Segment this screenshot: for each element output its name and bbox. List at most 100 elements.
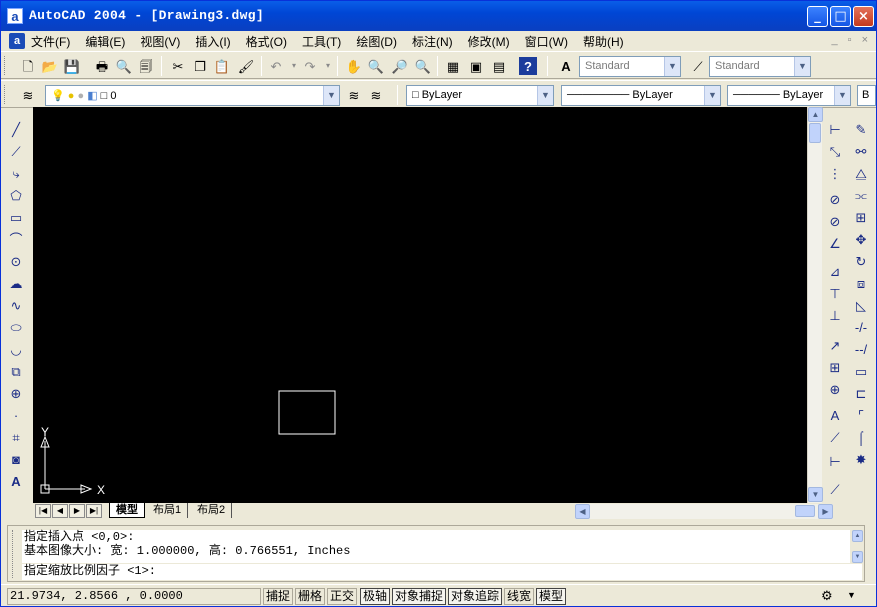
vertical-scrollbar[interactable]: ▲ ▼ xyxy=(807,107,823,503)
make-block-icon[interactable]: ⊕ xyxy=(5,383,27,403)
autocad-app-icon[interactable]: a xyxy=(7,8,23,24)
tolerance-icon[interactable]: ⊞ xyxy=(824,357,846,377)
menu-help[interactable]: 帮助(H) xyxy=(583,33,624,50)
multiline-text-icon[interactable]: A xyxy=(5,471,27,491)
chevron-down-icon[interactable]: ▼ xyxy=(323,86,339,105)
new-icon[interactable]: 🗋 xyxy=(19,57,37,75)
offset-icon[interactable]: ⫗ xyxy=(850,185,872,205)
region-icon[interactable]: ◙ xyxy=(5,449,27,469)
radius-dimension-icon[interactable]: ⊘ xyxy=(824,189,846,209)
menu-draw[interactable]: 绘图(D) xyxy=(356,33,397,50)
minimize-button[interactable]: _ xyxy=(807,6,828,27)
command-scrollbar[interactable]: ▲ ▼ xyxy=(852,530,863,563)
paste-icon[interactable]: 📋 xyxy=(213,57,231,75)
scroll-thumb[interactable] xyxy=(809,123,821,143)
text-style-select[interactable]: Standard ▼ xyxy=(579,56,681,77)
menu-view[interactable]: 视图(V) xyxy=(140,33,180,50)
explode-icon[interactable]: ✸ xyxy=(850,449,872,469)
chevron-down-icon[interactable]: ▼ xyxy=(834,86,850,105)
circle-icon[interactable]: ⊙ xyxy=(5,251,27,271)
scale-icon[interactable]: ⧈ xyxy=(850,273,872,293)
drawing-canvas[interactable]: Y X xyxy=(33,107,807,503)
status-menu-chevron-down-icon[interactable]: ▼ xyxy=(847,590,856,600)
lineweight-toggle[interactable]: 线宽 xyxy=(504,588,535,605)
menu-dimension[interactable]: 标注(N) xyxy=(412,33,453,50)
break-icon[interactable]: ▭ xyxy=(850,361,872,381)
join-icon[interactable]: ⊏ xyxy=(850,383,872,403)
stretch-icon[interactable]: ◺ xyxy=(850,295,872,315)
print-icon[interactable]: 🖶 xyxy=(93,57,111,75)
zoom-realtime-icon[interactable]: 🔍 xyxy=(367,57,385,75)
scroll-up-icon[interactable]: ▲ xyxy=(808,107,823,122)
copy-icon[interactable]: ❐ xyxy=(191,57,209,75)
menu-window[interactable]: 窗口(W) xyxy=(525,33,568,50)
dimension-text-edit-icon[interactable]: ⟋ xyxy=(824,427,846,447)
chevron-down-icon[interactable]: ▼ xyxy=(537,86,553,105)
revision-cloud-icon[interactable]: ☁ xyxy=(5,273,27,293)
open-icon[interactable]: 📂 xyxy=(41,57,59,75)
angular-dimension-icon[interactable]: ∠ xyxy=(824,233,846,253)
ortho-toggle[interactable]: 正交 xyxy=(327,588,358,605)
point-icon[interactable]: · xyxy=(5,405,27,425)
osnap-toggle[interactable]: 对象捕捉 xyxy=(392,588,447,605)
ordinate-dimension-icon[interactable]: ⋮ xyxy=(824,163,846,183)
zoom-window-icon[interactable]: 🔎 xyxy=(391,57,409,75)
copy-object-icon[interactable]: ⚯ xyxy=(850,141,872,161)
ellipse-arc-icon[interactable]: ◡ xyxy=(5,339,27,359)
communication-center-icon[interactable]: ⚙ xyxy=(821,588,833,604)
trim-icon[interactable]: -/- xyxy=(850,317,872,337)
polygon-icon[interactable]: ⬠ xyxy=(5,185,27,205)
toolpalettes-icon[interactable]: ▤ xyxy=(490,57,508,75)
mirror-icon[interactable]: ⧋ xyxy=(850,163,872,183)
command-prompt-input[interactable]: 指定缩放比例因子 <1>: xyxy=(22,564,862,580)
polyline-icon[interactable]: ⤷ xyxy=(5,163,27,183)
polar-toggle[interactable]: 极轴 xyxy=(360,588,391,605)
extend-icon[interactable]: --/ xyxy=(850,339,872,359)
text-style-icon[interactable]: A xyxy=(557,57,575,75)
command-window-grip[interactable] xyxy=(12,530,15,578)
linetype-select[interactable]: ──────── ByLayer ▼ xyxy=(561,85,721,106)
dim-style-icon[interactable]: ⟋ xyxy=(689,57,707,75)
designcenter-icon[interactable]: ▣ xyxy=(467,57,485,75)
dim-style-select[interactable]: Standard ▼ xyxy=(709,56,811,77)
chevron-down-icon[interactable]: ▼ xyxy=(664,57,680,76)
baseline-dimension-icon[interactable]: ⊤ xyxy=(824,283,846,303)
redo-dropdown-icon[interactable]: ▾ xyxy=(319,57,337,75)
tab-layout2[interactable]: 布局2 xyxy=(191,503,233,518)
doc-close-button[interactable]: × xyxy=(862,34,868,46)
snap-toggle[interactable]: 捕捉 xyxy=(263,588,294,605)
rectangle-icon[interactable]: ▭ xyxy=(5,207,27,227)
doc-minimize-button[interactable]: _ xyxy=(832,34,838,46)
fillet-icon[interactable]: ⌠ xyxy=(850,427,872,447)
publish-icon[interactable]: 🗐 xyxy=(137,57,155,75)
plot-style-select[interactable]: B xyxy=(857,85,876,106)
layer-manager-icon[interactable]: ≋ xyxy=(19,86,37,104)
tab-layout1[interactable]: 布局1 xyxy=(147,503,189,518)
make-layer-current-icon[interactable]: ≋ xyxy=(345,86,363,104)
scroll-down-icon[interactable]: ▼ xyxy=(808,487,823,502)
chevron-down-icon[interactable]: ▼ xyxy=(704,86,720,105)
aligned-dimension-icon[interactable]: ⤡ xyxy=(824,141,846,161)
scroll-left-icon[interactable]: ◀ xyxy=(575,504,590,519)
scroll-up-icon[interactable]: ▲ xyxy=(852,530,863,542)
erase-icon[interactable]: ✎ xyxy=(850,119,872,139)
move-icon[interactable]: ✥ xyxy=(850,229,872,249)
toolbar-grip[interactable] xyxy=(4,56,7,75)
next-tab-icon[interactable]: ▶ xyxy=(69,504,85,518)
rotate-icon[interactable]: ↻ xyxy=(850,251,872,271)
array-icon[interactable]: ⊞ xyxy=(850,207,872,227)
title-bar[interactable]: a AutoCAD 2004 - [Drawing3.dwg] _ □ × xyxy=(1,1,876,31)
layer-previous-icon[interactable]: ≋ xyxy=(367,86,385,104)
menu-insert[interactable]: 插入(I) xyxy=(195,33,230,50)
save-icon[interactable]: 💾 xyxy=(63,57,81,75)
first-tab-icon[interactable]: |◀ xyxy=(35,504,51,518)
quick-leader-icon[interactable]: ↗ xyxy=(824,335,846,355)
construction-line-icon[interactable]: ⟋ xyxy=(5,141,27,161)
arc-icon[interactable]: ⌒ xyxy=(5,229,27,249)
document-icon[interactable]: a xyxy=(9,33,25,49)
menu-modify[interactable]: 修改(M) xyxy=(468,33,510,50)
otrack-toggle[interactable]: 对象追踪 xyxy=(448,588,503,605)
menu-edit[interactable]: 编辑(E) xyxy=(85,33,125,50)
last-tab-icon[interactable]: ▶| xyxy=(86,504,102,518)
linear-dimension-icon[interactable]: ⊢ xyxy=(824,119,846,139)
